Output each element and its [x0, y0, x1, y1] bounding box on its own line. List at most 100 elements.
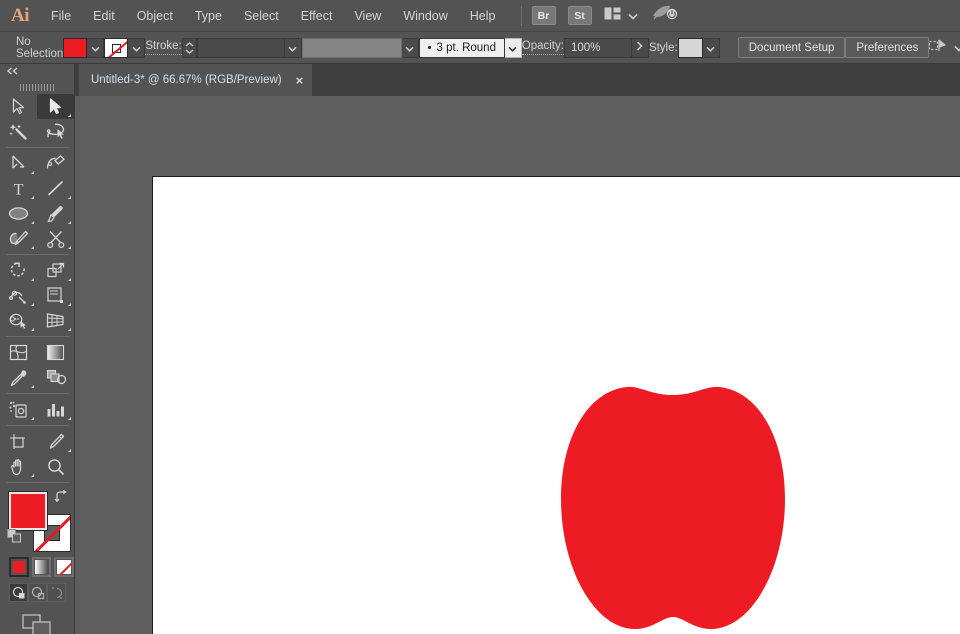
draw-normal-button[interactable]	[9, 583, 28, 602]
brush-dropdown-button[interactable]	[504, 37, 522, 58]
shaper-pencil-tool[interactable]	[0, 226, 37, 251]
artboard[interactable]	[152, 176, 960, 634]
eyedropper-tool[interactable]	[0, 365, 37, 390]
brush-definition-value[interactable]: 3 pt. Round	[418, 37, 505, 58]
fill-control[interactable]	[63, 37, 105, 58]
slice-tool[interactable]	[37, 429, 74, 454]
blend-tool[interactable]	[37, 365, 74, 390]
gradient-button[interactable]	[31, 557, 52, 577]
ellipse-tool[interactable]	[0, 201, 37, 226]
menu-edit[interactable]: Edit	[82, 0, 126, 32]
fill-stroke-proxy	[0, 486, 75, 554]
align-control[interactable]	[929, 38, 960, 58]
fill-color-proxy[interactable]	[9, 492, 47, 530]
preferences-button[interactable]: Preferences	[845, 37, 930, 58]
stroke-color-control[interactable]	[104, 37, 146, 58]
pen-tool[interactable]	[0, 151, 37, 176]
hand-tool[interactable]	[0, 454, 37, 479]
stock-button[interactable]: St	[567, 6, 592, 25]
menu-window[interactable]: Window	[392, 0, 458, 32]
toolbar-grip-icon[interactable]	[0, 80, 74, 94]
bridge-button[interactable]: Br	[531, 6, 556, 25]
opacity-more-button[interactable]	[631, 37, 649, 58]
default-fill-stroke-icon[interactable]	[7, 529, 22, 548]
change-screen-mode-icon	[22, 614, 52, 634]
selection-tool[interactable]	[0, 94, 37, 119]
type-tool[interactable]: T	[0, 176, 37, 201]
magic-wand-tool[interactable]	[0, 119, 37, 144]
zoom-tool[interactable]	[37, 454, 74, 479]
opacity-input[interactable]: 100%	[563, 37, 632, 58]
scissors-tool[interactable]	[37, 226, 74, 251]
close-icon[interactable]: ×	[296, 74, 304, 87]
flyout-indicator	[31, 246, 34, 249]
brush-definition-control[interactable]: 3 pt. Round	[418, 37, 522, 58]
curvature-tool[interactable]	[37, 151, 74, 176]
tool-divider	[6, 254, 69, 255]
stroke-swatch[interactable]	[104, 37, 129, 58]
style-swatch[interactable]	[677, 37, 703, 58]
rotate-tool[interactable]	[0, 258, 37, 283]
menu-help[interactable]: Help	[459, 0, 507, 32]
chevron-down-icon	[954, 39, 960, 57]
menu-view[interactable]: View	[343, 0, 392, 32]
width-tool[interactable]	[0, 283, 37, 308]
artboard-tool[interactable]	[0, 429, 37, 454]
screen-mode-button[interactable]	[0, 602, 74, 634]
menu-effect[interactable]: Effect	[290, 0, 344, 32]
stroke-dropdown-button[interactable]	[128, 37, 146, 58]
fill-dropdown-button[interactable]	[87, 37, 105, 58]
flyout-indicator	[68, 278, 71, 281]
stroke-weight-dropdown-button[interactable]	[284, 37, 302, 58]
draw-behind-button[interactable]	[28, 583, 47, 602]
column-graph-tool[interactable]	[37, 397, 74, 422]
illustrator-window: Ai File Edit Object Type Select Effect V…	[0, 0, 960, 634]
flyout-indicator	[31, 303, 34, 306]
tool-divider	[6, 425, 69, 426]
lasso-tool[interactable]	[37, 119, 74, 144]
none-button[interactable]	[54, 557, 75, 577]
draw-inside-button[interactable]	[47, 583, 66, 602]
stepper-up-down-icon[interactable]	[181, 37, 197, 58]
tool-grid: T	[0, 94, 75, 486]
variable-width-profile-control[interactable]	[301, 37, 419, 58]
line-segment-tool[interactable]	[37, 176, 74, 201]
chevron-down-icon	[132, 39, 141, 57]
scale-tool[interactable]	[37, 258, 74, 283]
perspective-grid-tool[interactable]	[37, 308, 74, 333]
opacity-label[interactable]: Opacity:	[521, 40, 564, 55]
document-tab[interactable]: Untitled-3* @ 66.67% (RGB/Preview) ×	[79, 64, 313, 96]
apple-shape[interactable]	[533, 377, 813, 634]
menu-divider	[520, 5, 522, 26]
document-setup-button[interactable]: Document Setup	[737, 37, 846, 58]
stock-rocket-button[interactable]	[652, 4, 678, 27]
symbol-sprayer-tool[interactable]	[0, 397, 37, 422]
style-dropdown-button[interactable]	[702, 37, 720, 58]
menu-type[interactable]: Type	[184, 0, 233, 32]
flyout-indicator	[31, 385, 34, 388]
none-swatch	[57, 560, 72, 574]
opacity-control[interactable]: 100%	[563, 37, 649, 58]
arrange-documents-button[interactable]	[604, 7, 638, 25]
menu-file[interactable]: File	[40, 0, 82, 32]
gradient-tool[interactable]	[37, 340, 74, 365]
stroke-label[interactable]: Stroke:	[145, 40, 182, 55]
free-transform-tool[interactable]	[37, 283, 74, 308]
graphic-style-control[interactable]	[677, 37, 720, 58]
fill-swatch[interactable]	[63, 37, 88, 58]
align-to-selection-icon	[929, 38, 947, 58]
mesh-tool[interactable]	[0, 340, 37, 365]
variable-width-dropdown-button[interactable]	[401, 37, 419, 58]
stroke-weight-input[interactable]	[196, 37, 285, 58]
menu-object[interactable]: Object	[126, 0, 184, 32]
shape-builder-tool[interactable]	[0, 308, 37, 333]
direct-selection-tool[interactable]	[37, 94, 74, 119]
variable-width-profile-input[interactable]	[301, 37, 402, 58]
swap-fill-stroke-icon[interactable]	[54, 489, 69, 508]
canvas-area[interactable]	[75, 96, 960, 634]
menu-select[interactable]: Select	[233, 0, 290, 32]
paintbrush-tool[interactable]	[37, 201, 74, 226]
collapse-panel-button[interactable]	[0, 64, 74, 80]
stroke-weight-control[interactable]	[181, 37, 302, 58]
color-button[interactable]	[9, 557, 29, 577]
